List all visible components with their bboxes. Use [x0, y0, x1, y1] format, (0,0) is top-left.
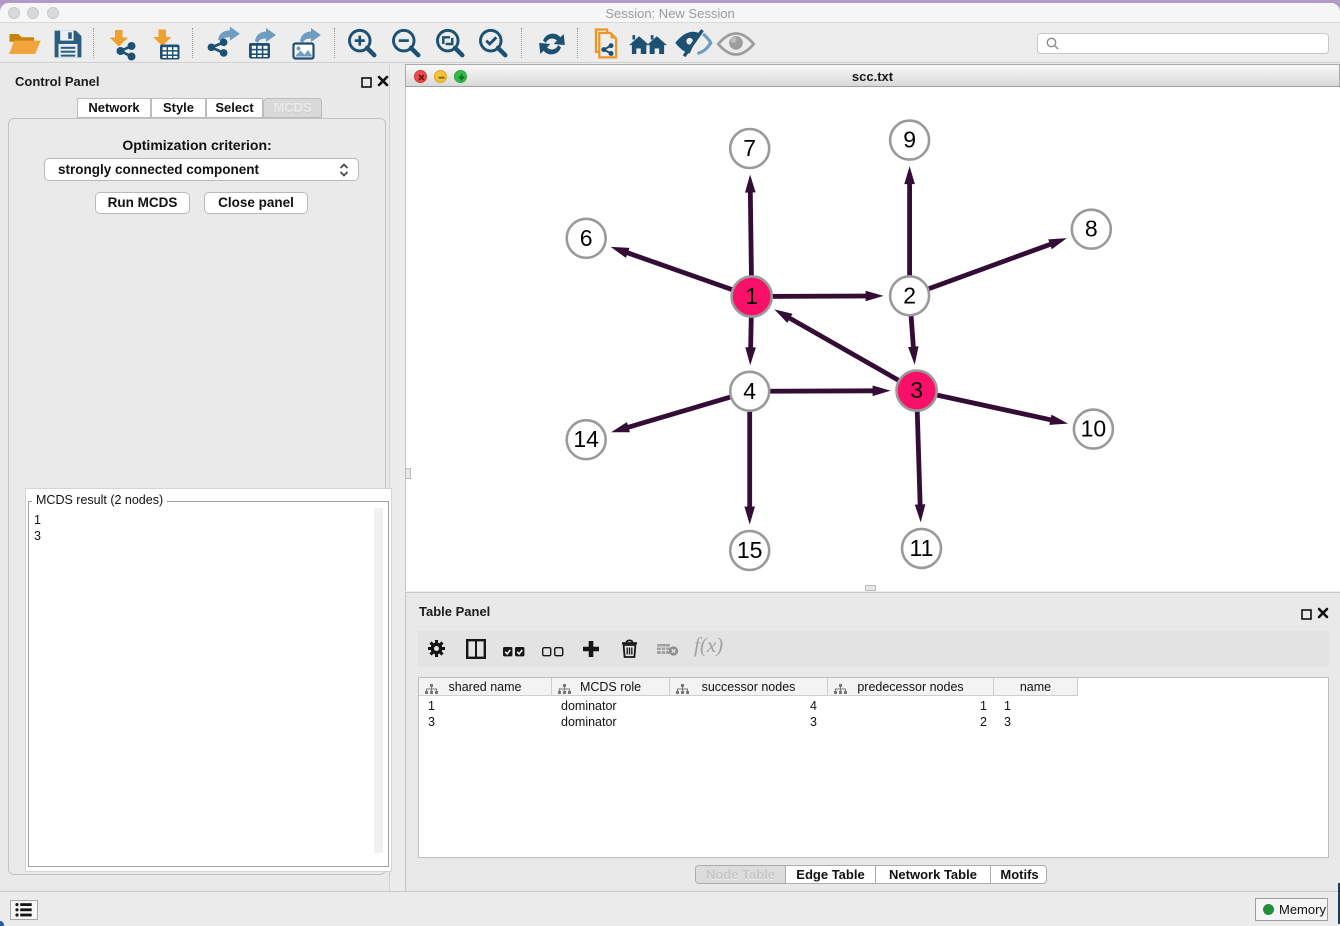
svg-text:6: 6 — [580, 225, 593, 251]
svg-text:11: 11 — [910, 535, 934, 561]
svg-text:2: 2 — [903, 282, 916, 308]
svg-text:10: 10 — [1081, 416, 1107, 442]
svg-text:14: 14 — [573, 426, 599, 452]
svg-text:3: 3 — [910, 377, 923, 403]
svg-text:9: 9 — [903, 127, 916, 153]
svg-text:7: 7 — [743, 135, 756, 161]
svg-text:4: 4 — [743, 378, 756, 404]
svg-text:1: 1 — [745, 283, 758, 309]
svg-text:15: 15 — [737, 537, 763, 563]
svg-text:8: 8 — [1085, 216, 1098, 242]
